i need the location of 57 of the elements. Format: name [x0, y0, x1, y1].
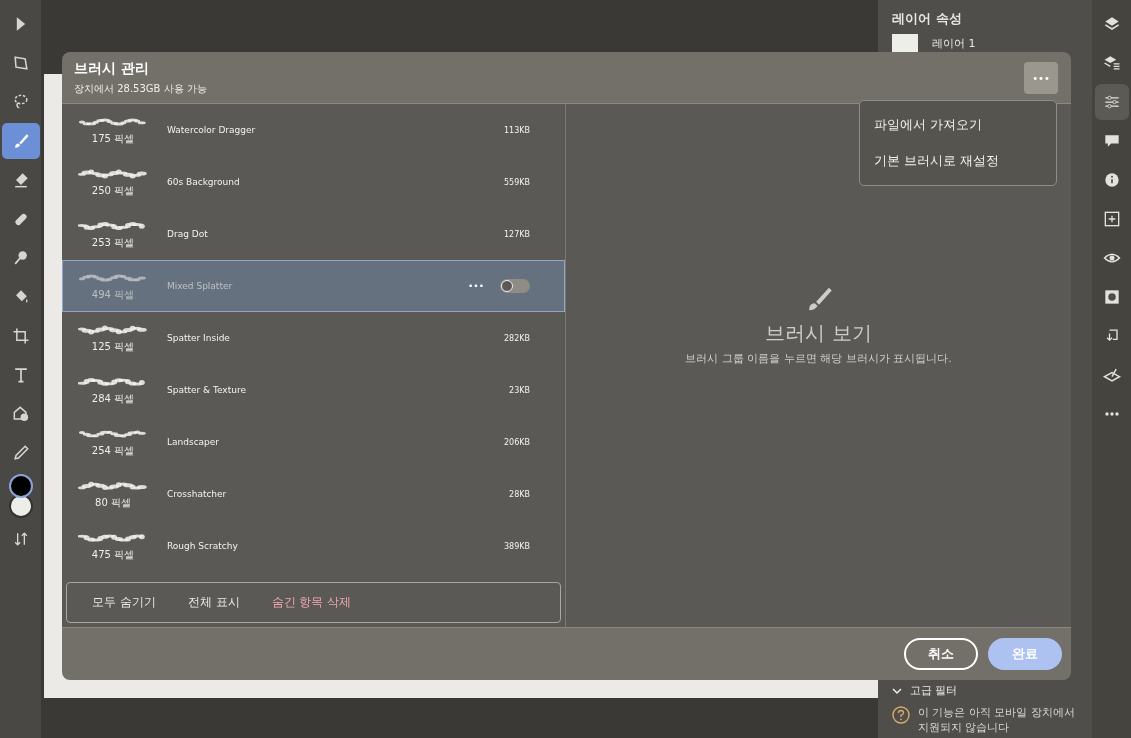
brush-size-label: 250 픽셀 [91, 183, 135, 198]
file-size: 389KB [504, 541, 530, 551]
menu-item[interactable]: 기본 브러시로 재설정 [860, 143, 1056, 179]
brush-name: Drag Dot [166, 229, 209, 239]
brush-row[interactable]: 254 픽셀 Landscaper 206KB [62, 416, 565, 468]
brush-size-label: 80 픽셀 [95, 495, 131, 510]
brush-name: Spatter & Texture [166, 385, 247, 395]
brush-size-label: 253 픽셀 [91, 235, 135, 250]
layer-thumbnail [892, 34, 918, 52]
brush-size-label: 125 픽셀 [91, 339, 135, 354]
brush-row[interactable]: 80 픽셀 Crosshatcher 28KB [62, 468, 565, 520]
brush-row[interactable]: 250 픽셀 60s Background 559KB [62, 156, 565, 208]
brush-size-label: 254 픽셀 [91, 443, 135, 458]
file-size: 282KB [504, 333, 530, 343]
list-action-button[interactable]: 숨긴 항목 삭제 [271, 594, 352, 611]
brush-size-label: 175 픽셀 [91, 131, 135, 146]
notice-text: 이 기능은 아직 모바일 장치에서 지원되지 않습니다 [918, 706, 1076, 736]
preview-title: 브러시 보기 [765, 320, 872, 347]
chevron-down-icon[interactable] [892, 685, 902, 696]
section-label[interactable]: 고급 필터 [910, 683, 958, 699]
preview-hint: 브러시 그룹 이름을 누르면 해당 브러시가 표시됩니다. [685, 351, 952, 366]
brush-name: Spatter Inside [166, 333, 231, 343]
brush-icon[interactable] [1, 123, 40, 159]
file-size: 206KB [504, 437, 530, 447]
menu-item[interactable]: 파일에서 가져오기 [860, 107, 1056, 143]
sliders-icon[interactable] [1094, 84, 1129, 120]
brush-name: Landscaper [166, 437, 221, 447]
brush-row[interactable]: 175 픽셀 Watercolor Dragger 113KB [62, 104, 565, 156]
brush-name: Mixed Splatter [166, 281, 234, 291]
panel-title: 레이어 속성 [892, 10, 963, 28]
list-action-button[interactable]: 모두 숨기기 [92, 594, 156, 611]
brush-size-label: 494 픽셀 [91, 287, 135, 302]
brush-row[interactable]: 284 픽셀 Spatter & Texture 23KB [62, 364, 565, 416]
dialog-title: 브러시 관리 [74, 60, 150, 78]
row-more-button[interactable]: ••• [468, 281, 484, 291]
brush-name: 60s Background [166, 177, 241, 187]
file-size: 559KB [504, 177, 530, 187]
visibility-toggle[interactable] [500, 279, 530, 293]
help-icon [892, 706, 910, 725]
brush-row[interactable]: 125 픽셀 Spatter Inside 282KB [62, 312, 565, 364]
brush-name: Watercolor Dragger [166, 125, 257, 135]
brush-size-label: 284 픽셀 [91, 391, 135, 406]
file-size: 23KB [509, 385, 530, 395]
file-size: 28KB [509, 489, 530, 499]
list-action-button[interactable]: 전체 표시 [187, 594, 240, 611]
storage-info: 장치에서 28.53GB 사용 가능 [74, 82, 207, 96]
layer-name: 레이어 1 [932, 35, 976, 51]
brush-row[interactable]: 253 픽셀 Drag Dot 127KB [62, 208, 565, 260]
color-swatches-icon[interactable] [8, 474, 33, 518]
brush-name: Crosshatcher [166, 489, 228, 499]
brush-size-label: 475 픽셀 [91, 547, 135, 562]
brush-row[interactable]: 494 픽셀 Mixed Splatter ••• [62, 260, 565, 312]
brush-name: Rough Scratchy [166, 541, 239, 551]
file-size: 127KB [504, 229, 530, 239]
brush-row[interactable]: 475 픽셀 Rough Scratchy 389KB [62, 520, 565, 572]
file-size: 113KB [504, 125, 530, 135]
cancel-button[interactable]: 취소 [904, 638, 978, 670]
